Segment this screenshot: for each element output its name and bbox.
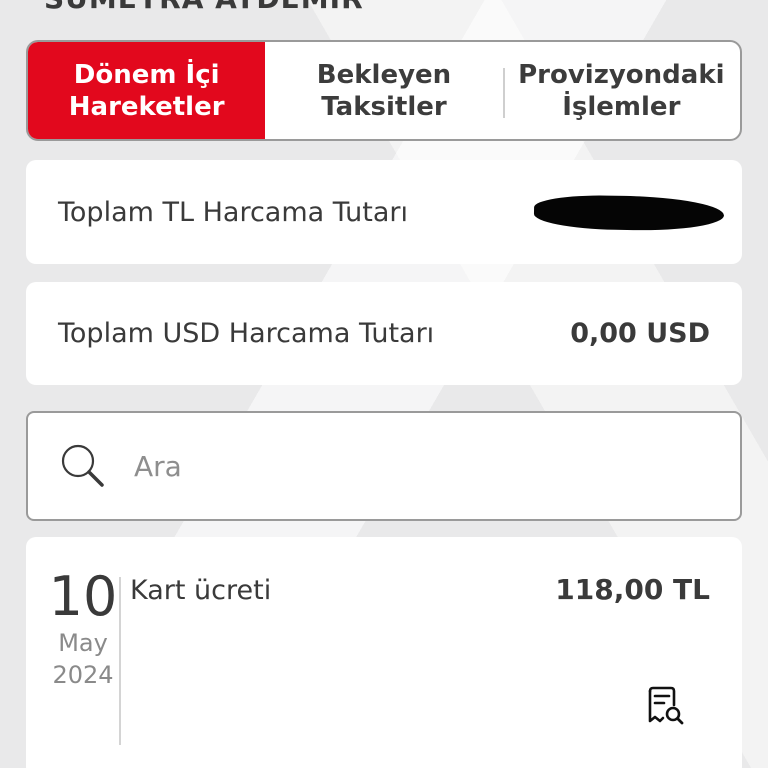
tab-divider [502,68,505,118]
redacted-value-mark [533,194,725,232]
tab-label-line1: Provizyondaki [518,59,725,90]
tab-label-line2: Hareketler [68,91,225,122]
tab-pending-installments[interactable]: Bekleyen Taksitler [265,42,502,139]
transaction-day: 10 [48,565,118,628]
search-input[interactable] [134,449,634,483]
transaction-year: 2024 [52,661,114,689]
transaction-month: May [58,629,108,657]
total-tl-card: Toplam TL Harcama Tutarı [26,160,742,264]
total-usd-card: Toplam USD Harcama Tutarı 0,00 USD [26,282,742,385]
tab-period-transactions[interactable]: Dönem İçi Hareketler [28,42,266,139]
search-box[interactable] [26,411,742,521]
tab-label-line2: İşlemler [562,91,681,122]
tab-label-line1: Bekleyen [316,59,452,90]
total-usd-value: 0,00 USD [570,318,710,349]
search-icon [61,444,104,487]
transaction-amount: 118,00 TL [555,573,710,606]
transaction-card[interactable]: 10 May 2024 Kart ücreti 118,00 TL [26,537,742,768]
total-tl-label: Toplam TL Harcama Tutarı [58,196,409,228]
card-owner-name: SÜMEYRA AYDEMİR [44,0,364,15]
tab-bar: Dönem İçi Hareketler Bekleyen Taksitler … [26,40,742,141]
tab-provision-transactions[interactable]: Provizyondaki İşlemler [502,42,740,139]
tab-label-line2: Taksitler [321,91,447,122]
total-usd-label: Toplam USD Harcama Tutarı [58,318,435,349]
receipt-search-icon[interactable] [644,685,686,727]
transaction-date: 10 May 2024 [38,567,128,691]
date-divider [119,577,121,745]
tab-label-line1: Dönem İçi [73,59,220,90]
transaction-description: Kart ücreti [130,575,272,606]
